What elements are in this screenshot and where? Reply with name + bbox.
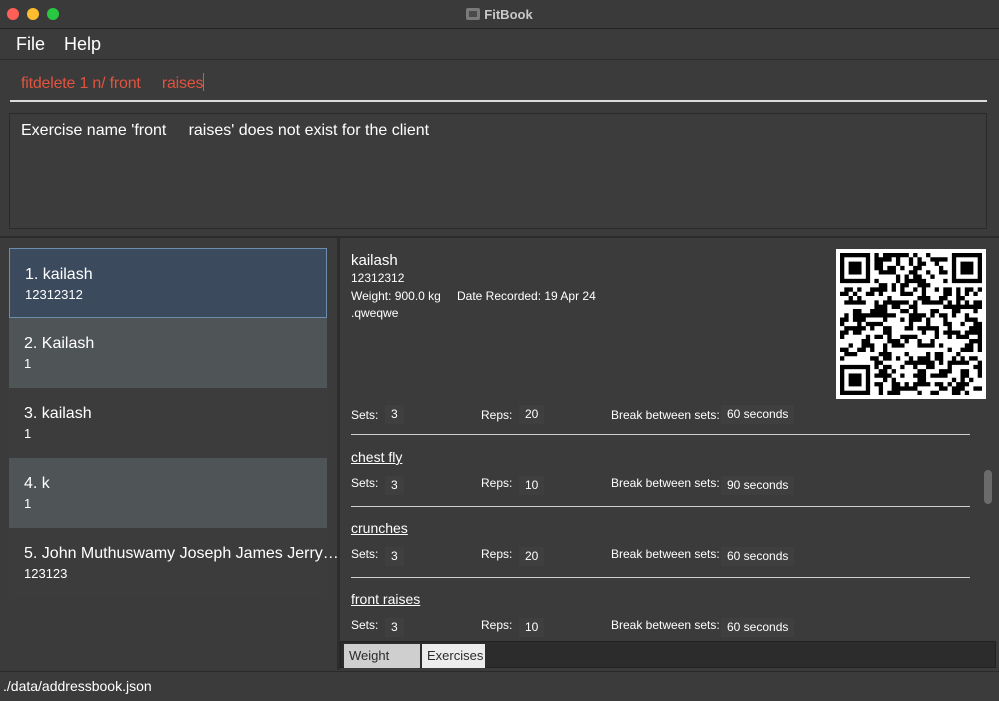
exercise-row: crunches Sets: 3 Reps: 20 Break between …	[351, 520, 971, 592]
result-display: Exercise name 'front raises' does not ex…	[9, 113, 987, 229]
qr-code-graphic	[840, 253, 982, 395]
break-value: 90 seconds	[721, 476, 795, 495]
sets-value: 3	[385, 547, 404, 566]
reps-value: 10	[519, 476, 545, 495]
client-detail-panel: kailash 12312312 Weight: 900.0 kg Date R…	[340, 238, 999, 670]
exercise-separator	[351, 506, 970, 507]
break-value: 60 seconds	[721, 405, 795, 424]
reps-label: Reps:	[481, 476, 513, 490]
break-value: 60 seconds	[721, 547, 795, 566]
sets-label: Sets:	[351, 408, 379, 422]
window-title-group: FitBook	[0, 0, 999, 28]
command-input-text: fitdelete 1 n/ front raises	[21, 75, 204, 92]
exercise-name: front raises	[351, 591, 421, 607]
exercise-scrollbar[interactable]	[984, 470, 992, 504]
break-value: 60 seconds	[721, 618, 795, 637]
client-phone: 123123	[24, 566, 68, 581]
client-name: 4. k	[24, 475, 50, 492]
tab-exercises[interactable]: Exercises	[422, 644, 485, 668]
sets-label: Sets:	[351, 476, 379, 490]
reps-value: 20	[519, 547, 545, 566]
detail-name: kailash	[351, 252, 398, 269]
detail-phone: 12312312	[351, 271, 405, 285]
client-card[interactable]: 5. John Muthuswamy Joseph James Jerry… 1…	[9, 528, 339, 598]
client-card[interactable]: 2. Kailash 1	[9, 318, 327, 388]
window-title: FitBook	[484, 6, 533, 22]
sets-value: 3	[385, 405, 404, 424]
title-bar: FitBook	[0, 0, 999, 29]
reps-value: 20	[519, 405, 545, 424]
menu-bar: File Help	[0, 29, 999, 60]
detail-note: .qweqwe	[351, 306, 399, 320]
exercise-separator	[351, 434, 970, 435]
break-label: Break between sets:	[611, 618, 720, 632]
result-message: Exercise name 'front raises' does not ex…	[21, 122, 430, 139]
client-name: 3. kailash	[24, 405, 92, 422]
app-icon	[466, 8, 481, 20]
detail-weight: Weight: 900.0 kg	[351, 289, 441, 303]
tab-weight[interactable]: Weight (kg)	[344, 644, 420, 687]
status-bar: ./data/addressbook.json	[0, 671, 999, 701]
break-label: Break between sets:	[611, 476, 720, 490]
exercise-separator	[351, 577, 970, 578]
client-card[interactable]: 4. k 1	[9, 458, 327, 528]
exercise-name: crunches	[351, 520, 408, 536]
client-card[interactable]: 3. kailash 1	[9, 388, 327, 458]
reps-value: 10	[519, 618, 545, 637]
exercise-name: chest fly	[351, 449, 403, 465]
sets-label: Sets:	[351, 618, 379, 632]
break-label: Break between sets:	[611, 547, 720, 561]
client-phone: 1	[24, 496, 32, 511]
sets-value: 3	[385, 476, 404, 495]
client-phone: 12312312	[25, 287, 83, 302]
menu-help[interactable]: Help	[64, 34, 101, 55]
break-label: Break between sets:	[611, 408, 720, 422]
qr-code-image	[836, 249, 986, 399]
save-file-path: ./data/addressbook.json	[3, 678, 152, 694]
client-name: 1. kailash	[25, 266, 93, 283]
client-name: 2. Kailash	[24, 335, 95, 352]
reps-label: Reps:	[481, 408, 513, 422]
sets-value: 3	[385, 618, 404, 637]
exercise-row: chest fly Sets: 3 Reps: 10 Break between…	[351, 449, 971, 521]
reps-label: Reps:	[481, 618, 513, 632]
menu-file[interactable]: File	[16, 34, 45, 55]
text-caret	[203, 73, 205, 91]
sets-label: Sets:	[351, 547, 379, 561]
client-card[interactable]: 1. kailash 12312312	[9, 248, 327, 318]
reps-label: Reps:	[481, 547, 513, 561]
command-input[interactable]: fitdelete 1 n/ front raises	[21, 73, 205, 93]
client-name: 5. John Muthuswamy Joseph James Jerry…	[24, 545, 339, 562]
exercise-row: Sets: 3 Reps: 20 Break between sets: 60 …	[351, 384, 971, 456]
command-box[interactable]: fitdelete 1 n/ front raises	[10, 62, 987, 102]
client-phone: 1	[24, 356, 32, 371]
detail-date-recorded: Date Recorded: 19 Apr 24	[457, 289, 596, 303]
client-phone: 1	[24, 426, 32, 441]
client-list-panel: 1. kailash 12312312 2. Kailash 1 3. kail…	[0, 238, 339, 670]
tab-bar: Weight (kg) Exercises	[340, 641, 996, 687]
